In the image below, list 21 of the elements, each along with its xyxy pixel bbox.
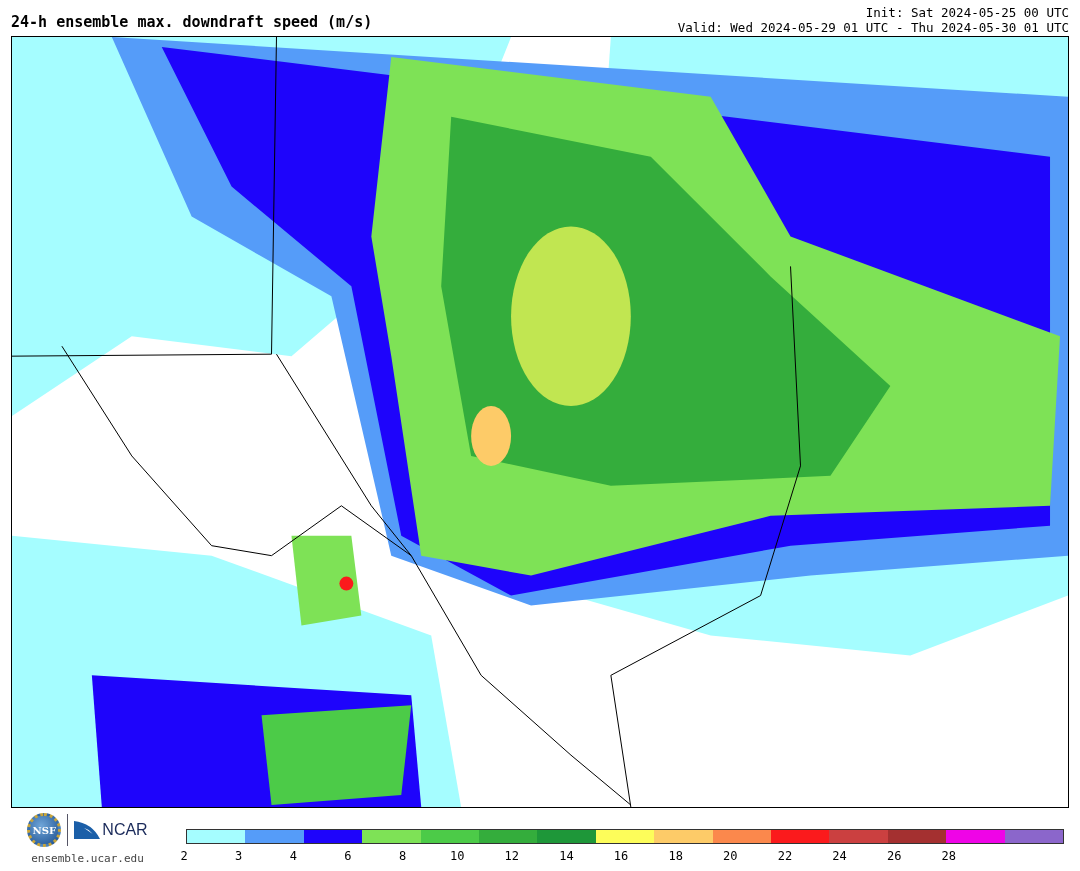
init-time: Init: Sat 2024-05-25 00 UTC [865, 5, 1069, 20]
chart-title: 24-h ensemble max. downdraft speed (m/s) [11, 13, 373, 33]
tick-label: 12 [503, 849, 520, 863]
tick-label: 24 [831, 849, 848, 863]
tick-label: 20 [722, 849, 739, 863]
tick-label: 18 [667, 849, 684, 863]
valid-time: Valid: Wed 2024-05-29 01 UTC - Thu 2024-05-30 01 UTC [677, 20, 1069, 35]
tick-label: 4 [288, 849, 298, 863]
tick-label: 22 [776, 849, 794, 863]
tick-label: 28 [940, 849, 957, 863]
tick-label: 3 [234, 849, 244, 863]
tick-label: 8 [397, 849, 408, 863]
nsf-logo: NSF [27, 813, 62, 847]
website-url: ensemble.ucar.edu [31, 852, 144, 865]
tick-label: 2 [179, 849, 189, 863]
tick-label: 10 [448, 849, 466, 863]
tick-label: 16 [612, 849, 630, 863]
tick-label: 26 [885, 849, 903, 863]
ncar-logo: NCAR [74, 821, 148, 839]
tick-label: 14 [558, 849, 575, 863]
tick-label: 6 [343, 849, 353, 863]
